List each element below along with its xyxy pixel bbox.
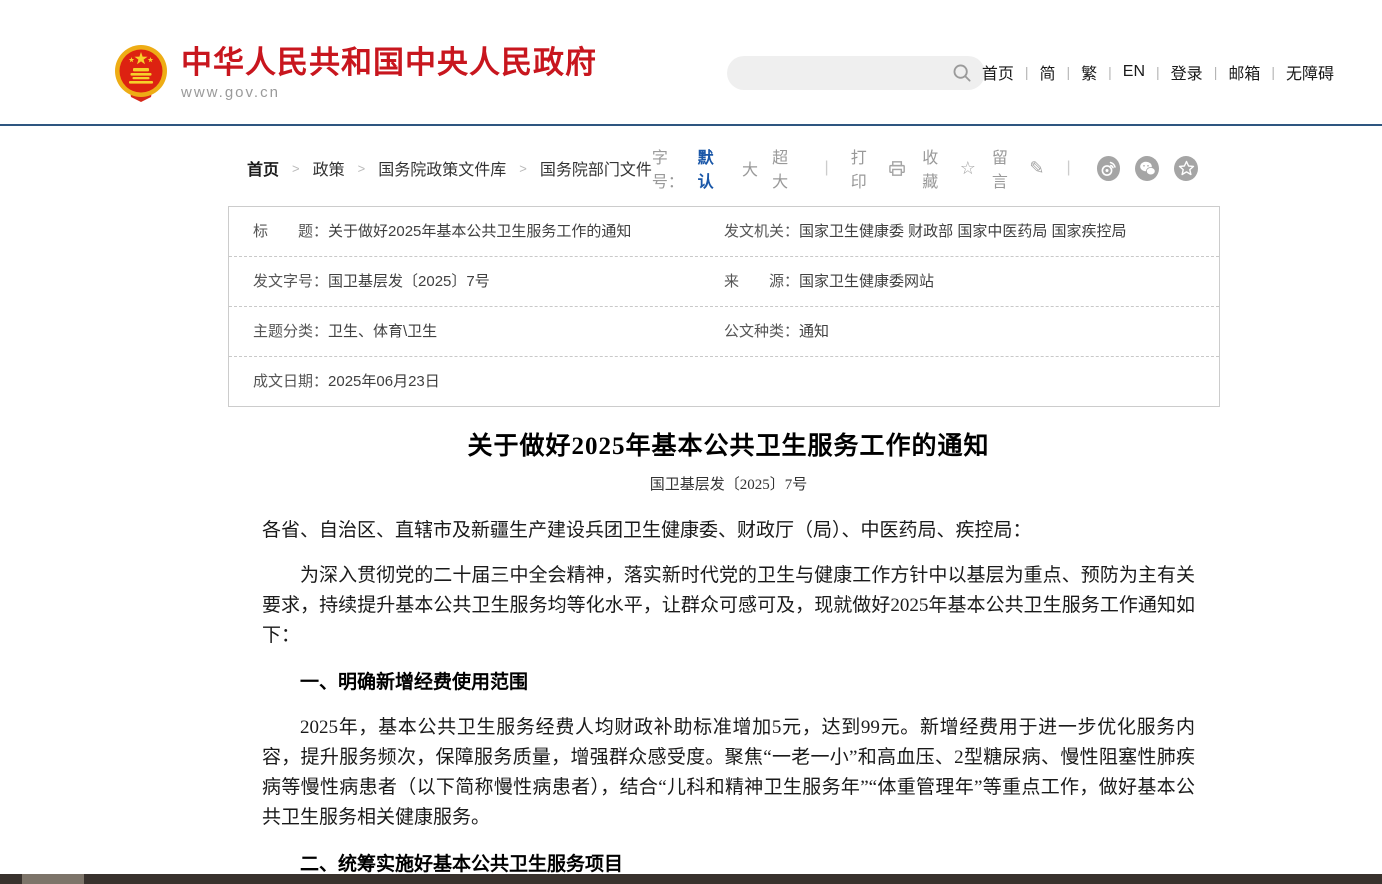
meta-issuing-agency: 发文机关：国家卫生健康委 财政部 国家中医药局 国家疾控局	[724, 207, 1219, 256]
nav-english[interactable]: EN	[1123, 63, 1145, 81]
breadcrumb-toolbar-row: 首页 > 政策 > 国务院政策文件库 > 国务院部门文件 字号： 默认 大 超大…	[228, 126, 1220, 206]
chevron-right-icon: >	[358, 161, 366, 176]
meta-empty	[724, 368, 1219, 396]
nav-accessibility[interactable]: 无障碍	[1286, 60, 1334, 84]
search-input[interactable]	[727, 56, 952, 90]
horizontal-scrollbar[interactable]	[0, 874, 1382, 884]
font-size-label: 字号：	[652, 144, 698, 192]
meta-row-category-type: 主题分类：卫生、体育\卫生 公文种类：通知	[229, 306, 1219, 356]
search-icon[interactable]	[952, 63, 972, 83]
meta-date: 成文日期：2025年06月23日	[229, 357, 724, 406]
star-icon[interactable]: ☆	[960, 158, 976, 179]
document-number: 国卫基层发〔2025〕7号	[262, 473, 1195, 494]
search-box[interactable]	[727, 56, 985, 90]
nav-mail[interactable]: 邮箱	[1228, 60, 1260, 84]
nav-login[interactable]: 登录	[1171, 60, 1203, 84]
section-heading-1: 一、明确新增经费使用范围	[262, 668, 1195, 698]
favorite-button[interactable]: 收藏	[922, 144, 952, 192]
comment-button[interactable]: 留言	[992, 144, 1022, 192]
nav-separator: |	[1156, 64, 1160, 80]
salutation-paragraph: 各省、自治区、直辖市及新疆生产建设兵团卫生健康委、财政厅（局）、中医药局、疾控局…	[262, 516, 1195, 546]
weibo-icon[interactable]	[1097, 156, 1121, 181]
meta-row-title-issuer: 标 题：关于做好2025年基本公共卫生服务工作的通知 发文机关：国家卫生健康委 …	[229, 207, 1219, 256]
intro-paragraph: 为深入贯彻党的二十届三中全会精神，落实新时代党的卫生与健康工作方针中以基层为重点…	[262, 561, 1195, 651]
national-emblem-icon	[113, 45, 169, 103]
wechat-icon[interactable]	[1135, 156, 1159, 181]
font-size-default-button[interactable]: 默认	[698, 144, 728, 192]
meta-title: 标 题：关于做好2025年基本公共卫生服务工作的通知	[229, 207, 724, 256]
chevron-right-icon: >	[519, 161, 527, 176]
meta-doc-number: 发文字号：国卫基层发〔2025〕7号	[229, 257, 724, 306]
meta-row-date: 成文日期：2025年06月23日	[229, 356, 1219, 406]
font-size-large-button[interactable]: 大	[742, 156, 758, 180]
nav-traditional[interactable]: 繁	[1081, 60, 1097, 84]
pencil-icon[interactable]: ✎	[1029, 158, 1044, 179]
meta-source: 来 源：国家卫生健康委网站	[724, 257, 1219, 306]
meta-doc-type: 公文种类：通知	[724, 307, 1219, 356]
gov-logo[interactable]: 中华人民共和国中央人民政府 www.gov.cn	[113, 45, 597, 103]
document-body: 关于做好2025年基本公共卫生服务工作的通知 国卫基层发〔2025〕7号 各省、…	[228, 431, 1220, 884]
printer-icon[interactable]	[888, 159, 906, 178]
breadcrumb-policy[interactable]: 政策	[313, 156, 345, 180]
nav-separator: |	[1271, 64, 1275, 80]
breadcrumb: 首页 > 政策 > 国务院政策文件库 > 国务院部门文件	[247, 156, 652, 180]
nav-separator: |	[1108, 64, 1112, 80]
print-button[interactable]: 打印	[851, 144, 881, 192]
page-tools: 字号： 默认 大 超大 | 打印 收藏 ☆ 留言 ✎ |	[652, 144, 1198, 192]
nav-simplified[interactable]: 简	[1039, 60, 1055, 84]
meta-row-number-source: 发文字号：国卫基层发〔2025〕7号 来 源：国家卫生健康委网站	[229, 256, 1219, 306]
meta-topic-category: 主题分类：卫生、体育\卫生	[229, 307, 724, 356]
chevron-right-icon: >	[292, 161, 300, 176]
horizontal-scrollbar-thumb[interactable]	[22, 874, 84, 884]
toolbar-divider: |	[1066, 159, 1070, 177]
nav-home[interactable]: 首页	[982, 60, 1014, 84]
font-size-xlarge-button[interactable]: 超大	[772, 144, 802, 192]
doc-meta-panel: 标 题：关于做好2025年基本公共卫生服务工作的通知 发文机关：国家卫生健康委 …	[228, 206, 1220, 407]
site-header: 中华人民共和国中央人民政府 www.gov.cn 首页 | 简 | 繁 | EN…	[0, 0, 1382, 126]
toolbar-divider: |	[825, 159, 829, 177]
top-nav: 首页 | 简 | 繁 | EN | 登录 | 邮箱 | 无障碍	[982, 60, 1334, 84]
site-title: 中华人民共和国中央人民政府	[181, 45, 597, 81]
qzone-icon[interactable]	[1174, 156, 1198, 181]
breadcrumb-policy-library[interactable]: 国务院政策文件库	[378, 156, 506, 180]
section-1-paragraph: 2025年，基本公共卫生服务经费人均财政补助标准增加5元，达到99元。新增经费用…	[262, 713, 1195, 833]
main-content: 首页 > 政策 > 国务院政策文件库 > 国务院部门文件 字号： 默认 大 超大…	[228, 126, 1220, 884]
site-url: www.gov.cn	[181, 84, 597, 101]
breadcrumb-home[interactable]: 首页	[247, 156, 279, 180]
nav-separator: |	[1025, 64, 1029, 80]
breadcrumb-dept-documents[interactable]: 国务院部门文件	[540, 156, 652, 180]
nav-separator: |	[1214, 64, 1218, 80]
document-title: 关于做好2025年基本公共卫生服务工作的通知	[262, 431, 1195, 463]
nav-separator: |	[1067, 64, 1071, 80]
